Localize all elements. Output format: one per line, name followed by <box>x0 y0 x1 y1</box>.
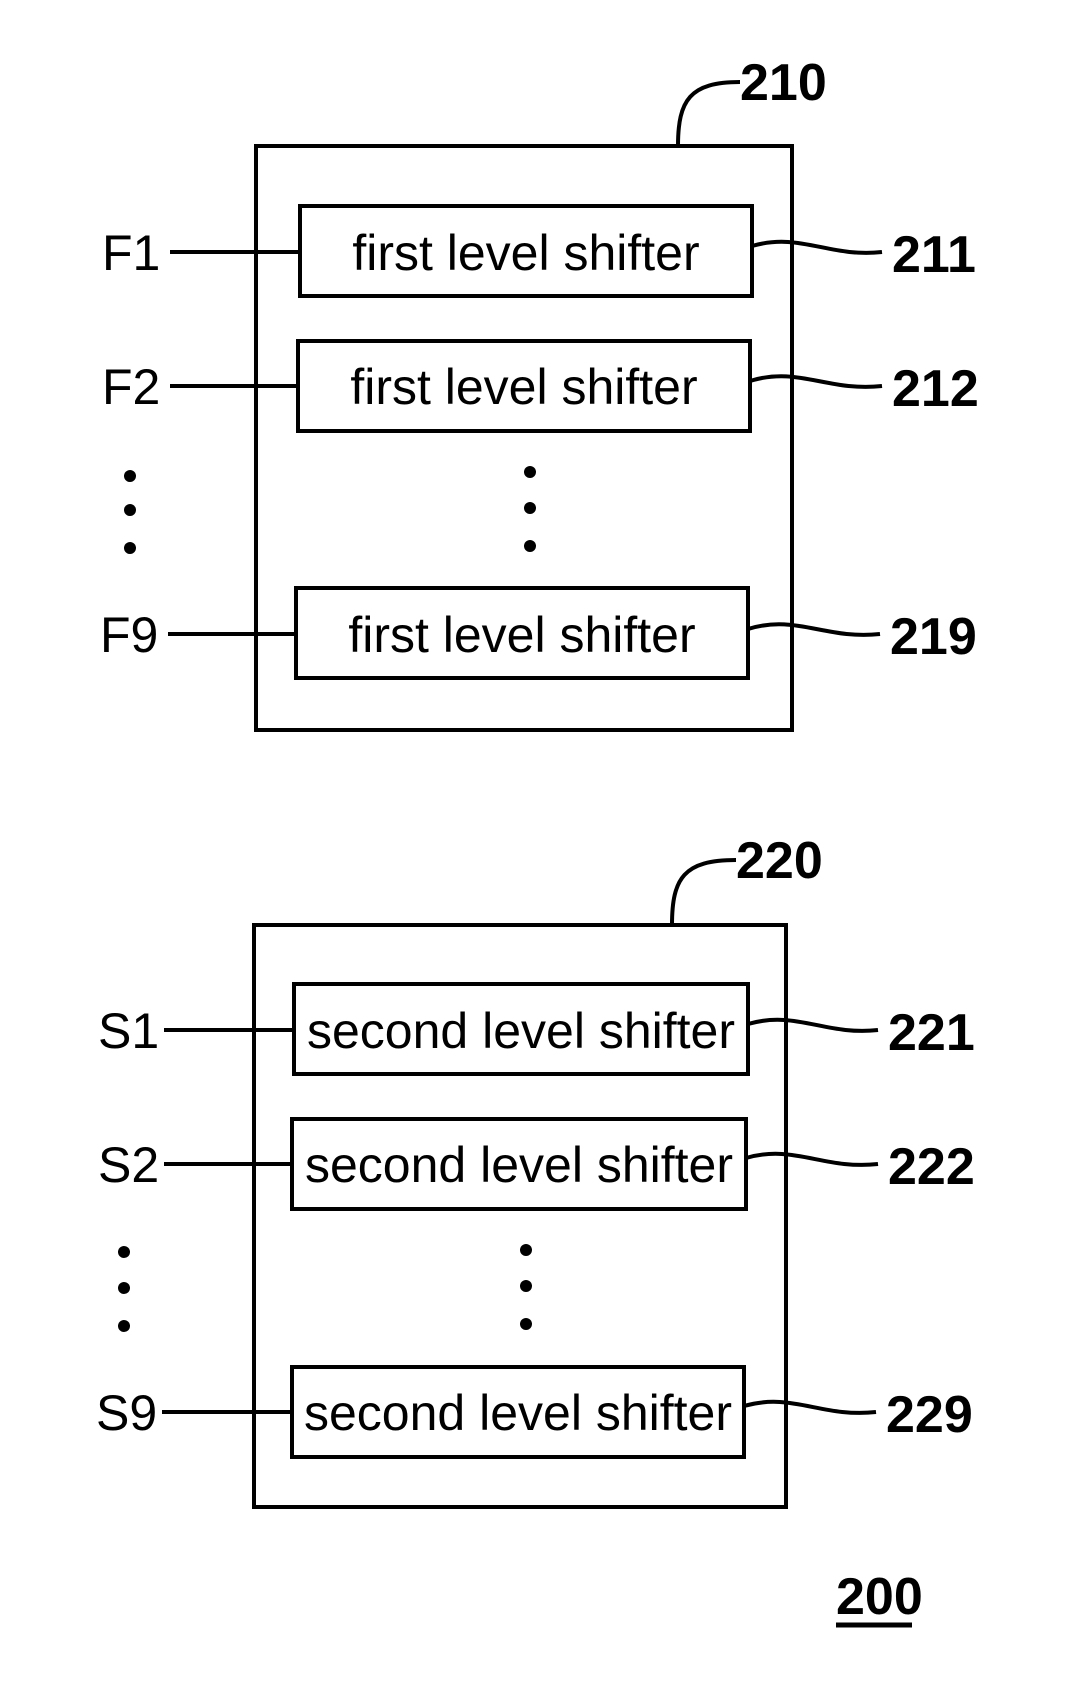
ref-219: 219 <box>890 608 977 666</box>
signal-label-s2: S2 <box>98 1137 159 1193</box>
ellipsis-dot <box>124 504 136 516</box>
box-label-222: second level shifter <box>305 1137 733 1193</box>
diagram-canvas: 210 F1 F2 F9 first level shifter first l… <box>96 54 979 1628</box>
ellipsis-dot <box>524 540 536 552</box>
leader-229 <box>743 1399 877 1415</box>
ellipsis-dot <box>118 1246 130 1258</box>
box-label-221: second level shifter <box>307 1003 735 1059</box>
box-label-211: first level shifter <box>352 225 699 281</box>
ref-212: 212 <box>892 360 979 418</box>
signal-label-f2: F2 <box>102 359 160 415</box>
group-220-leader <box>670 858 737 926</box>
group-210-leader <box>676 80 741 147</box>
ellipsis-dot <box>520 1244 532 1256</box>
ellipsis-dot <box>118 1320 130 1332</box>
leader-221 <box>747 1017 879 1033</box>
group-ref-210: 210 <box>740 54 827 112</box>
signal-label-f9: F9 <box>100 607 158 663</box>
box-label-229: second level shifter <box>304 1385 732 1441</box>
signal-label-s1: S1 <box>98 1003 159 1059</box>
group-ref-220: 220 <box>736 832 823 890</box>
ellipsis-dot <box>118 1282 130 1294</box>
ref-229: 229 <box>886 1386 973 1444</box>
leader-212 <box>749 374 883 389</box>
signal-label-s9: S9 <box>96 1385 157 1441</box>
ellipsis-dot <box>520 1318 532 1330</box>
ref-211: 211 <box>892 226 976 284</box>
ellipsis-dot <box>124 470 136 482</box>
figure-ref: 200 <box>836 1568 923 1626</box>
ellipsis-dot <box>520 1280 532 1292</box>
leader-222 <box>745 1151 879 1167</box>
ref-221: 221 <box>888 1004 975 1062</box>
leader-219 <box>747 622 881 637</box>
ellipsis-dot <box>124 542 136 554</box>
box-label-219: first level shifter <box>348 607 695 663</box>
ellipsis-dot <box>524 466 536 478</box>
signal-label-f1: F1 <box>102 225 160 281</box>
box-label-212: first level shifter <box>350 359 697 415</box>
leader-211 <box>751 239 883 255</box>
ref-222: 222 <box>888 1138 975 1196</box>
ellipsis-dot <box>524 502 536 514</box>
